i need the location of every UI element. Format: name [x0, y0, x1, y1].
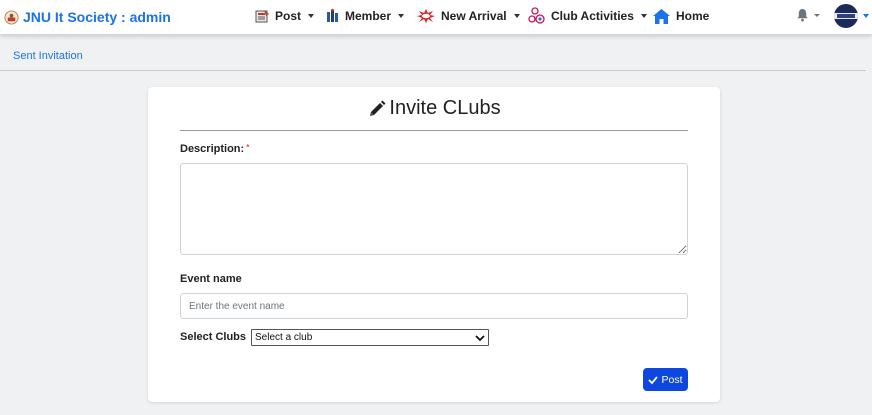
nav-home-label: Home	[676, 9, 710, 23]
nav-club-activities-label: Club Activities	[551, 9, 634, 23]
required-marker: *	[246, 143, 250, 152]
chevron-down-icon	[513, 14, 520, 18]
pencil-icon	[370, 100, 386, 116]
chevron-down-icon	[814, 13, 820, 17]
nav-member-label: Member	[345, 9, 392, 23]
description-label-text: Description:	[180, 143, 245, 155]
chevron-down-icon	[308, 14, 315, 18]
club-select-value: Select a club	[255, 332, 313, 343]
chevron-down-icon	[640, 14, 647, 18]
select-clubs-label: Select Clubs	[180, 331, 247, 343]
nav-home-link[interactable]: Home	[652, 6, 709, 26]
post-button-label: Post	[661, 373, 683, 386]
nav-member-dropdown[interactable]: Member	[324, 6, 405, 26]
home-icon	[653, 8, 670, 24]
nav-new-arrival-dropdown[interactable]: New Arrival	[416, 6, 520, 26]
club-select[interactable]: Select a club	[251, 329, 489, 346]
nav-new-arrival-label: New Arrival	[441, 9, 507, 23]
page-title: Invite CLubs	[148, 97, 720, 120]
chevron-down-icon	[475, 334, 485, 341]
breadcrumb-divider	[0, 70, 866, 71]
newspaper-icon	[255, 10, 269, 23]
bell-icon	[797, 8, 808, 22]
description-label: Description: *	[180, 143, 249, 155]
top-navbar: JNU It Society : admin Post Member New A…	[0, 0, 872, 34]
nav-post-label: Post	[275, 9, 302, 23]
burst-icon	[417, 9, 435, 23]
invite-clubs-card: Invite CLubs Description:* Event name Se…	[148, 87, 720, 402]
event-name-label: Event name	[180, 273, 242, 285]
nav-post-dropdown[interactable]: Post	[254, 6, 315, 26]
user-menu-dropdown[interactable]	[834, 4, 869, 28]
brand-link[interactable]: JNU It Society : admin	[4, 7, 171, 27]
check-icon	[648, 375, 659, 384]
title-divider	[180, 130, 688, 131]
notifications-dropdown[interactable]	[796, 8, 820, 22]
chevron-down-icon	[398, 14, 405, 18]
breadcrumb-sent-invitation[interactable]: Sent Invitation	[13, 50, 83, 62]
activities-icon	[528, 7, 545, 24]
post-button[interactable]: Post	[643, 368, 688, 391]
brand-title: JNU It Society : admin	[23, 9, 171, 25]
description-textarea[interactable]	[180, 163, 688, 255]
page-title-text: Invite CLubs	[389, 97, 501, 119]
nav-club-activities-dropdown[interactable]: Club Activities	[528, 6, 647, 26]
avatar	[834, 4, 858, 28]
chevron-down-icon	[863, 14, 869, 18]
event-name-input[interactable]	[180, 293, 688, 319]
society-logo-icon	[4, 9, 19, 25]
members-icon	[327, 8, 338, 22]
